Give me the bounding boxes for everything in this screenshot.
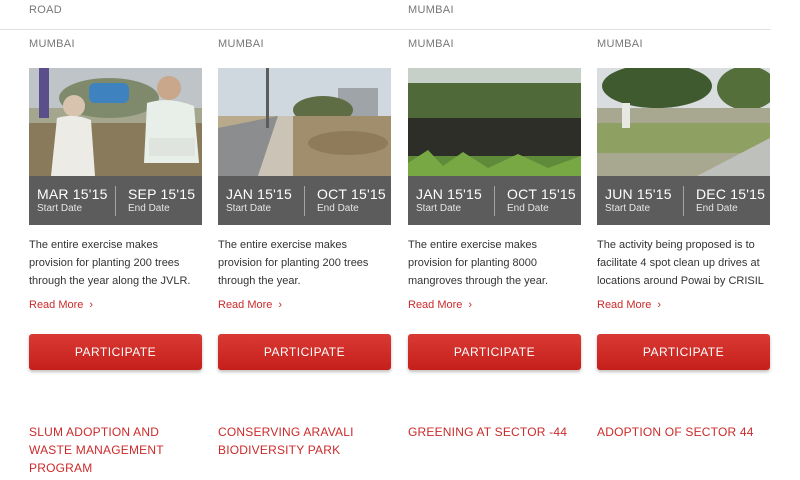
roadside-sidewalk-image: [218, 68, 391, 176]
previous-card-location: ROAD: [29, 4, 62, 16]
date-separator: [683, 186, 684, 216]
start-date: JAN 15'15: [416, 186, 482, 202]
read-more-label: Read More: [597, 299, 652, 311]
end-date: DEC 15'15: [696, 186, 766, 202]
event-photo[interactable]: JAN 15'15 Start Date OCT 15'15 End Date: [218, 68, 391, 225]
participate-button[interactable]: PARTICIPATE: [218, 334, 391, 370]
card-location: MUMBAI: [597, 38, 643, 50]
next-card-title[interactable]: CONSERVING ARAVALI BIODIVERSITY PARK: [218, 423, 393, 459]
card-description: The entire exercise makes provision for …: [218, 239, 369, 287]
next-card-title[interactable]: GREENING AT SECTOR -44: [408, 423, 583, 441]
date-separator: [494, 186, 495, 216]
event-card-2: MUMBAI JAN 15'15 Start Date OCT 15'15 En…: [218, 0, 391, 480]
card-location: MUMBAI: [29, 38, 75, 50]
event-photo[interactable]: JUN 15'15 Start Date DEC 15'15 End Date: [597, 68, 770, 225]
date-separator: [115, 186, 116, 216]
start-date-label: Start Date: [226, 203, 272, 214]
read-more-link[interactable]: Read More ›: [29, 299, 93, 311]
date-overlay: JAN 15'15 Start Date OCT 15'15 End Date: [218, 176, 391, 225]
chevron-right-icon: ›: [468, 299, 473, 311]
card-description: The entire exercise makes provision for …: [408, 239, 549, 287]
read-more-link[interactable]: Read More ›: [408, 299, 472, 311]
end-date-label: End Date: [507, 203, 549, 214]
end-date-label: End Date: [696, 203, 738, 214]
start-date-label: Start Date: [37, 203, 83, 214]
card-description: The activity being proposed is to facili…: [597, 239, 764, 287]
volunteers-planting-image: [29, 68, 202, 176]
start-date: JAN 15'15: [226, 186, 292, 202]
read-more-label: Read More: [218, 299, 273, 311]
chevron-right-icon: ›: [657, 299, 662, 311]
chevron-right-icon: ›: [278, 299, 283, 311]
end-date: OCT 15'15: [507, 186, 576, 202]
event-photo[interactable]: JAN 15'15 Start Date OCT 15'15 End Date: [408, 68, 581, 225]
participate-button[interactable]: PARTICIPATE: [597, 334, 770, 370]
chevron-right-icon: ›: [89, 299, 94, 311]
read-more-link[interactable]: Read More ›: [597, 299, 661, 311]
mangrove-area-image: [408, 68, 581, 176]
participate-button[interactable]: PARTICIPATE: [29, 334, 202, 370]
card-location: MUMBAI: [408, 38, 454, 50]
end-date: OCT 15'15: [317, 186, 386, 202]
event-card-3: MUMBAI MUMBAI JAN 15'15 Start Date OCT 1…: [408, 0, 581, 480]
next-card-title[interactable]: ADOPTION OF SECTOR 44: [597, 423, 772, 441]
participate-button[interactable]: PARTICIPATE: [408, 334, 581, 370]
previous-card-location: MUMBAI: [408, 4, 454, 16]
next-card-title[interactable]: SLUM ADOPTION AND WASTE MANAGEMENT PROGR…: [29, 423, 204, 477]
card-description: The entire exercise makes provision for …: [29, 239, 191, 287]
event-card-4: MUMBAI JUN 15'15 Start Date DEC 15'15 En…: [597, 0, 770, 480]
read-more-link[interactable]: Read More ›: [218, 299, 282, 311]
start-date: JUN 15'15: [605, 186, 672, 202]
read-more-label: Read More: [408, 299, 463, 311]
date-overlay: JAN 15'15 Start Date OCT 15'15 End Date: [408, 176, 581, 225]
end-date-label: End Date: [128, 203, 170, 214]
read-more-label: Read More: [29, 299, 84, 311]
date-separator: [304, 186, 305, 216]
start-date-label: Start Date: [605, 203, 651, 214]
start-date-label: Start Date: [416, 203, 462, 214]
start-date: MAR 15'15: [37, 186, 108, 202]
event-card-1: ROAD MUMBAI MAR 15'15 Start Date SEP 15'…: [29, 0, 202, 480]
event-photo[interactable]: MAR 15'15 Start Date SEP 15'15 End Date: [29, 68, 202, 225]
end-date-label: End Date: [317, 203, 359, 214]
park-area-image: [597, 68, 770, 176]
card-location: MUMBAI: [218, 38, 264, 50]
date-overlay: MAR 15'15 Start Date SEP 15'15 End Date: [29, 176, 202, 225]
date-overlay: JUN 15'15 Start Date DEC 15'15 End Date: [597, 176, 770, 225]
end-date: SEP 15'15: [128, 186, 196, 202]
